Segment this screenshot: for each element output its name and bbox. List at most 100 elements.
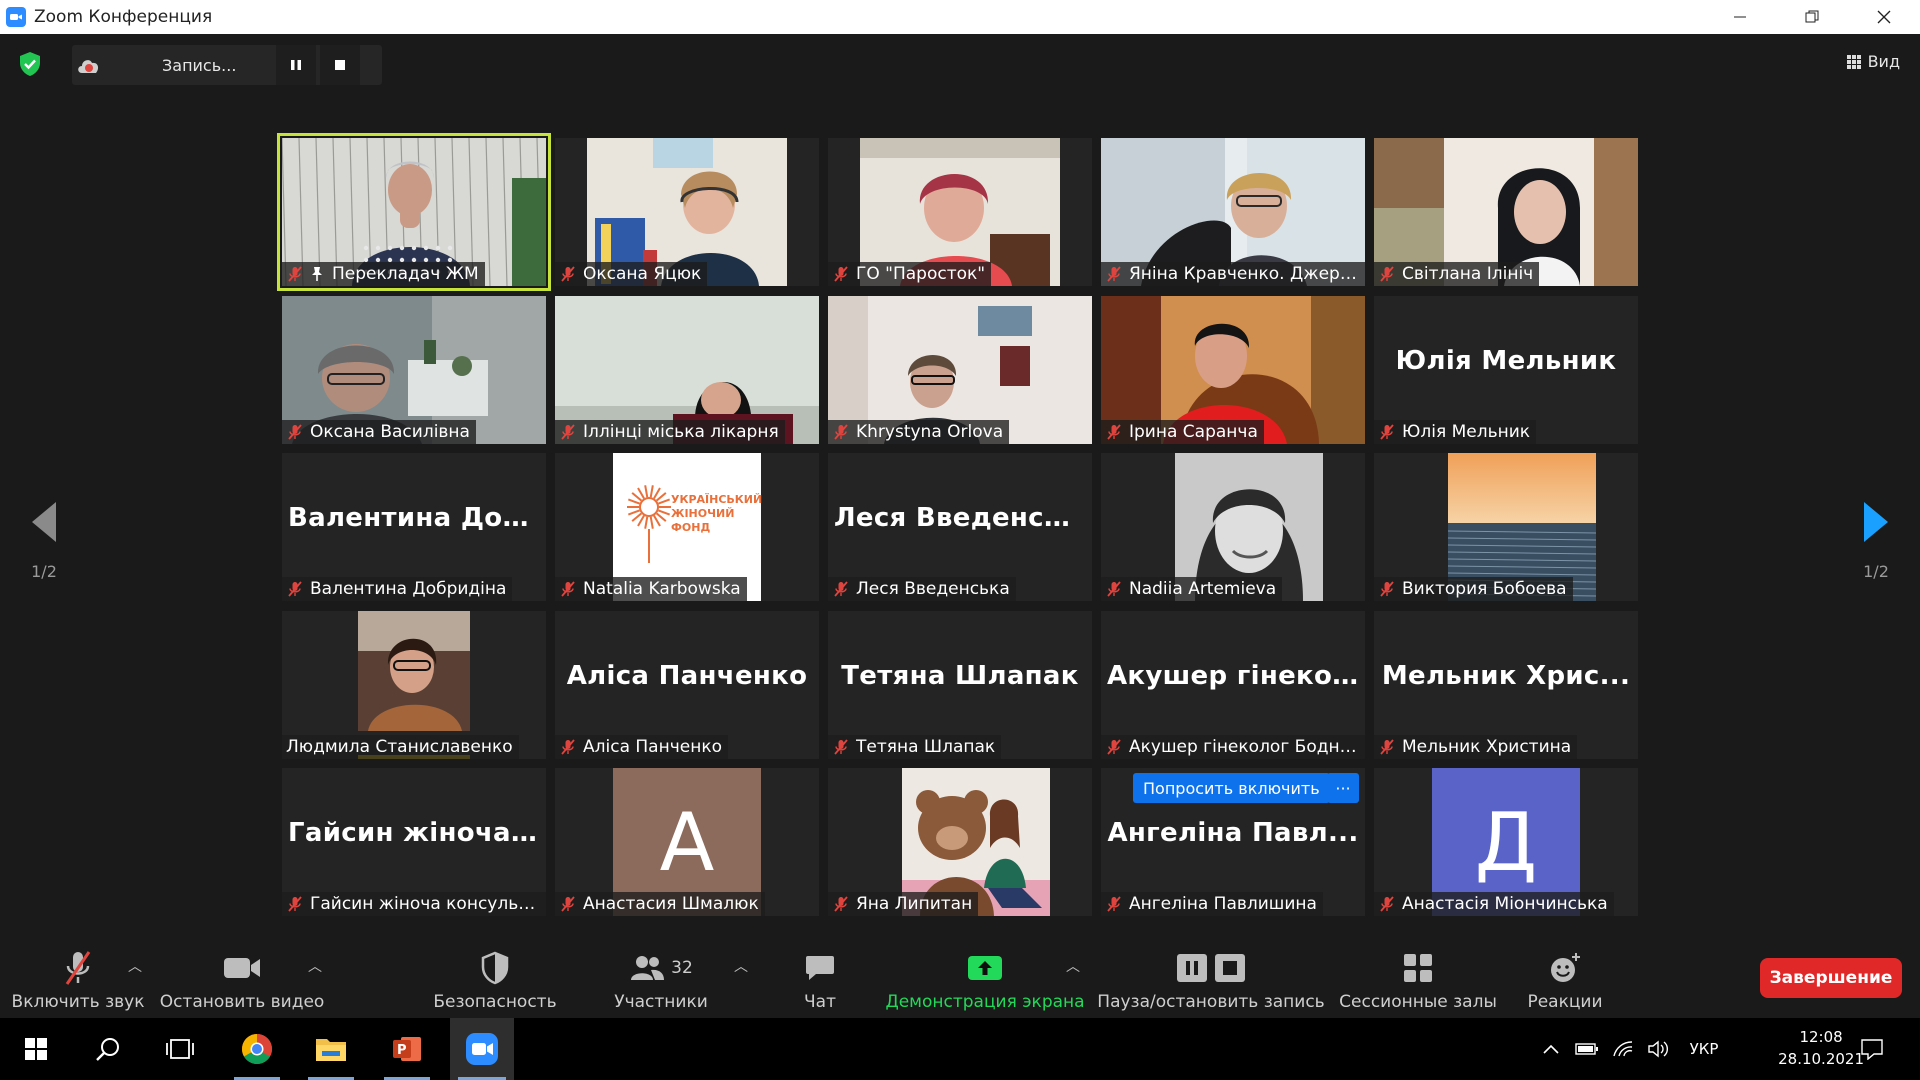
participant-tile[interactable]: Перекладач ЖМ: [277, 133, 551, 291]
participant-tile[interactable]: Виктория Бобоева: [1374, 453, 1638, 601]
participant-tile[interactable]: Людмила Станиславенко: [282, 610, 546, 759]
participant-tile[interactable]: Леся Введенська Леся Введенська: [828, 453, 1092, 601]
participant-tile[interactable]: Khrystyna Orlova: [828, 295, 1092, 444]
stop-video-button[interactable]: Остановить видео: [160, 938, 324, 1018]
participant-tile[interactable]: Іллінці міська лікарня: [555, 295, 819, 444]
participant-tile[interactable]: Тетяна Шлапак Тетяна Шлапак: [828, 610, 1092, 759]
participant-tile[interactable]: Аліса Панченко Аліса Панченко: [555, 610, 819, 759]
battery-icon: [1575, 1043, 1598, 1055]
prev-page-indicator: 1/2: [31, 562, 57, 581]
participant-tile[interactable]: Ангеліна Павл... Попросить включить ··· Анг…: [1101, 768, 1365, 916]
pause-recording-button[interactable]: [276, 45, 316, 85]
participant-display-name: Юлія Мельник: [1395, 345, 1617, 376]
participant-name-tag: Nadiia Artemieva: [1101, 577, 1283, 601]
meeting-toolbar: Включить звук ︿ Остановить видео ︿ Безоп…: [0, 938, 1920, 1018]
participant-name-tag: Валентина Добридіна: [282, 577, 513, 601]
participant-name-tag: Леся Введенська: [828, 577, 1016, 601]
input-language[interactable]: УКР: [1682, 1018, 1726, 1080]
muted-mic-icon: [288, 423, 302, 440]
prev-page-nav[interactable]: 1/2: [14, 500, 74, 581]
view-label: Вид: [1867, 52, 1900, 71]
participant-name-tag: Khrystyna Orlova: [828, 419, 1010, 444]
chevron-up-icon: [1543, 1044, 1559, 1054]
participants-label: Участники: [614, 992, 708, 1012]
muted-mic-icon: [1380, 581, 1394, 597]
file-explorer-taskbar-button[interactable]: [300, 1018, 362, 1080]
muted-mic-icon: [834, 423, 848, 440]
participant-display-name: Акушер гінеко...: [1107, 660, 1363, 691]
reactions-button[interactable]: Реакции: [1527, 938, 1603, 1018]
participant-tile[interactable]: Яна Липитан: [828, 768, 1092, 916]
muted-mic-icon: [1107, 266, 1121, 282]
participant-name-tag: Акушер гінеколог Бодна...: [1101, 734, 1365, 759]
participant-name: Nadiia Artemieva: [1129, 579, 1277, 599]
participant-name: Мельник Христина: [1402, 736, 1572, 757]
minimize-button[interactable]: [1704, 0, 1776, 34]
view-button[interactable]: Вид: [1846, 52, 1900, 71]
speaker-icon: [1648, 1040, 1668, 1058]
next-page-nav[interactable]: 1/2: [1846, 500, 1906, 581]
end-meeting-button[interactable]: Завершение: [1760, 958, 1902, 998]
participant-tile[interactable]: Мельник Хрис... Мельник Христина: [1374, 610, 1638, 759]
audio-options-chevron-icon[interactable]: ︿: [128, 956, 142, 976]
security-button[interactable]: Безопасность: [432, 938, 558, 1018]
share-screen-label: Демонстрация экрана: [885, 992, 1085, 1012]
pause-stop-recording-button[interactable]: Пауза/остановить запись: [1097, 938, 1325, 1018]
share-screen-button[interactable]: Демонстрация экрана: [885, 938, 1085, 1018]
start-button[interactable]: [12, 1018, 60, 1080]
participant-tile[interactable]: Оксана Яцюк: [555, 138, 819, 286]
volume-tray[interactable]: [1644, 1018, 1674, 1080]
participant-tile[interactable]: Д Анастасія Міончинська: [1374, 768, 1638, 916]
chat-button[interactable]: Чат: [798, 938, 842, 1018]
battery-tray[interactable]: [1572, 1018, 1602, 1080]
participant-tile[interactable]: Юлія Мельник Юлія Мельник: [1374, 295, 1638, 444]
close-button[interactable]: [1848, 0, 1920, 34]
participant-tile[interactable]: Nadiia Artemieva: [1101, 453, 1365, 601]
tray-overflow-chevron[interactable]: [1536, 1018, 1566, 1080]
powerpoint-taskbar-button[interactable]: P: [376, 1018, 438, 1080]
participants-options-chevron-icon[interactable]: ︿: [734, 956, 748, 976]
more-options-button[interactable]: ···: [1327, 773, 1359, 803]
ask-to-unmute-button[interactable]: Попросить включить: [1133, 773, 1330, 803]
muted-mic-icon: [1107, 738, 1121, 755]
participant-name-tag: Natalia Karbowska: [555, 577, 747, 601]
chrome-taskbar-button[interactable]: [226, 1018, 288, 1080]
participant-name: Яна Липитан: [856, 894, 973, 914]
participant-name-tag: Оксана Яцюк: [555, 262, 708, 286]
zoom-window: Zoom Конференция Запись... Вид 1/2 1/2 П…: [0, 0, 1920, 1080]
participant-tile[interactable]: Світлана Ілініч: [1374, 138, 1638, 286]
participant-tile[interactable]: Валентина Доб... Валентина Добридіна: [282, 453, 546, 601]
participant-tile[interactable]: Ірина Саранча: [1101, 295, 1365, 444]
close-icon: [1877, 10, 1891, 24]
participant-tile[interactable]: Оксана Василівна: [282, 295, 546, 444]
share-options-chevron-icon[interactable]: ︿: [1066, 956, 1080, 976]
participant-name-tag: Оксана Василівна: [282, 419, 476, 444]
zoom-taskbar-button[interactable]: [450, 1018, 514, 1080]
pause-square-icon: [1177, 954, 1207, 982]
unmute-button[interactable]: Включить звук: [12, 938, 144, 1018]
muted-mic-icon: [561, 423, 575, 440]
stop-recording-button[interactable]: [320, 45, 360, 85]
participants-icon-group: 32: [629, 946, 693, 990]
breakout-rooms-button[interactable]: Сессионные залы: [1339, 938, 1497, 1018]
participant-tile[interactable]: ГО "Паросток": [828, 138, 1092, 286]
participant-name-tag: Перекладач ЖМ: [282, 262, 485, 286]
recording-bar: Запись...: [72, 45, 382, 85]
participant-tile[interactable]: Яніна Кравченко. Джере...: [1101, 138, 1365, 286]
muted-mic-icon: [288, 896, 302, 912]
participant-tile[interactable]: А Анастасия Шмалюк: [555, 768, 819, 916]
encryption-shield-icon[interactable]: [16, 50, 44, 78]
participant-tile[interactable]: УКРАЇНСЬКИЙ ЖІНОЧИЙ ФОНД Natalia Karbowsk…: [555, 453, 819, 601]
participant-name-tag: Гайсин жіноча консульт...: [282, 892, 546, 916]
participants-button[interactable]: 32 Участники: [606, 938, 716, 1018]
wifi-tray[interactable]: [1608, 1018, 1638, 1080]
participant-tile[interactable]: Акушер гінеко... Акушер гінеколог Бодна..…: [1101, 610, 1365, 759]
muted-mic-icon: [561, 581, 575, 597]
restore-button[interactable]: [1776, 0, 1848, 34]
task-view-button[interactable]: [156, 1018, 204, 1080]
muted-mic-icon: [834, 266, 848, 282]
video-options-chevron-icon[interactable]: ︿: [308, 956, 322, 976]
participant-tile[interactable]: Гайсин жіноча... Гайсин жіноча консульт..…: [282, 768, 546, 916]
search-taskbar-button[interactable]: [84, 1018, 132, 1080]
notifications-button[interactable]: [1852, 1018, 1892, 1080]
